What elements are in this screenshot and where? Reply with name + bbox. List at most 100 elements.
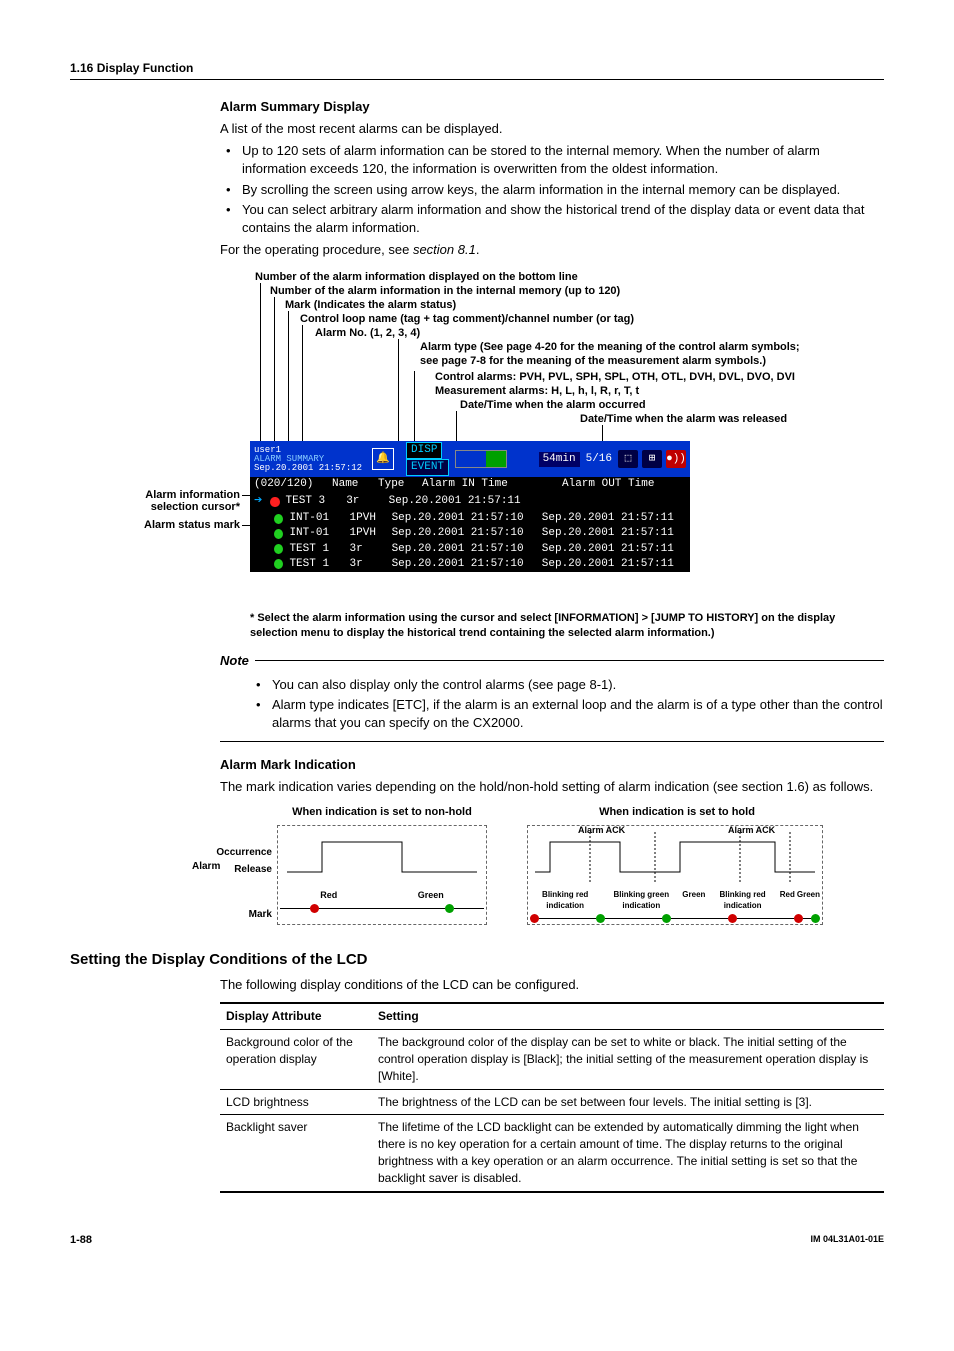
setting-cell: The lifetime of the LCD backlight can be… (372, 1115, 884, 1192)
note-heading: Note (220, 652, 884, 670)
lcd-intro: The following display conditions of the … (220, 976, 884, 994)
scr-page-ind: 5/16 (586, 453, 612, 466)
status-dot-icon (274, 559, 283, 569)
state-label: Green (797, 889, 820, 911)
note-end-rule (220, 741, 884, 742)
row-type: 3r (346, 495, 382, 508)
mark-dot-green (662, 914, 671, 923)
row-out-time: Sep.20.2001 21:57:11 (542, 527, 686, 540)
media-icon: ⬚ (618, 450, 638, 468)
attr-cell: Backlight saver (220, 1115, 372, 1192)
table-header: Setting (372, 1003, 884, 1029)
state-label: Blinking red indication (707, 889, 777, 911)
attr-cell: LCD brightness (220, 1089, 372, 1115)
axis-alarm: Alarm (192, 858, 220, 875)
procedure-prefix: For the operating procedure, see (220, 242, 413, 257)
status-dot-icon (270, 497, 279, 507)
alarm-summary-heading: Alarm Summary Display (220, 98, 884, 116)
alarm-mark-heading: Alarm Mark Indication (220, 756, 884, 774)
alarm-summary-diagram: Number of the alarm information displaye… (70, 271, 884, 601)
procedure-suffix: . (476, 242, 480, 257)
bullet-item: You can select arbitrary alarm informati… (238, 201, 884, 237)
scr-time-ind: 54min (539, 452, 580, 467)
procedure-note: For the operating procedure, see section… (220, 241, 884, 259)
bullet-item: You can also display only the control al… (268, 676, 884, 694)
keylock-icon: ⊞ (642, 450, 662, 468)
state-label: Green (418, 889, 444, 902)
record-icon: ●)) (666, 450, 686, 468)
lcd-heading: Setting the Display Conditions of the LC… (70, 949, 884, 970)
md-hold-title: When indication is set to hold (527, 806, 827, 819)
row-name: TEST 1 (289, 558, 343, 571)
scr-stamp: Sep.20.2001 21:57:12 (254, 464, 362, 473)
step-line-icon (282, 832, 482, 882)
table-row: Background color of the operation displa… (220, 1030, 884, 1089)
row-in-time: Sep.20.2001 21:57:10 (392, 527, 536, 540)
screenshot-row: TEST 1 3r Sep.20.2001 21:57:10 Sep.20.2001 … (250, 542, 690, 557)
row-type: 3r (350, 543, 386, 556)
bullet-item: Alarm type indicates [ETC], if the alarm… (268, 696, 884, 732)
axis-mark: Mark (200, 906, 272, 923)
setting-cell: The background color of the display can … (372, 1030, 884, 1089)
col-in: Alarm IN Time (422, 478, 562, 491)
alarm-summary-intro: A list of the most recent alarms can be … (220, 120, 884, 138)
step-line-icon (530, 832, 820, 882)
section-header: 1.16 Display Function (70, 60, 884, 80)
note-bullets: You can also display only the control al… (250, 676, 884, 733)
mark-dot-red (530, 914, 539, 923)
diagram-label: Measurement alarms: H, L, h, l, R, r, T,… (435, 385, 639, 399)
alarm-mark-block: Alarm Mark Indication The mark indicatio… (220, 756, 884, 926)
mark-dot-red (728, 914, 737, 923)
row-in-time: Sep.20.2001 21:57:10 (392, 543, 536, 556)
col-name: Name (332, 478, 378, 491)
col-type: Type (378, 478, 422, 491)
ack-label: Alarm ACK (578, 824, 625, 837)
table-header: Display Attribute (220, 1003, 372, 1029)
state-label: Red (780, 889, 795, 911)
alarm-mark-body: The mark indication varies depending on … (220, 778, 884, 796)
diagram-label: Control loop name (tag + tag comment)/ch… (300, 313, 634, 327)
bullet-item: Up to 120 sets of alarm information can … (238, 142, 884, 178)
ack-label: Alarm ACK (728, 824, 775, 837)
screenshot-row: ➔TEST 33rSep.20.2001 21:57:11 (250, 492, 690, 511)
page-footer: 1-88 IM 04L31A01-01E (70, 1233, 884, 1248)
screenshot-row: INT-011PVHSep.20.2001 21:57:10Sep.20.200… (250, 526, 690, 541)
callout-status-mark: Alarm status mark (110, 519, 240, 531)
row-out-time: Sep.20.2001 21:57:11 (542, 543, 686, 556)
row-name: TEST 3 (286, 495, 341, 508)
mark-dot-green (596, 914, 605, 923)
alarm-bell-icon: 🔔 (372, 448, 394, 470)
diagram-label: Alarm No. (1, 2, 3, 4) (315, 327, 420, 341)
diagram-label: Date/Time when the alarm occurred (460, 399, 646, 413)
progress-bar-icon (455, 450, 507, 468)
diagram-label: Date/Time when the alarm was released (580, 413, 787, 427)
mark-dot-green (445, 904, 454, 913)
state-label: Green (682, 889, 705, 911)
lcd-block: The following display conditions of the … (220, 976, 884, 1192)
row-type: 1PVH (350, 512, 386, 525)
setting-cell: The brightness of the LCD can be set bet… (372, 1089, 884, 1115)
status-dot-icon (274, 529, 283, 539)
screenshot-row: TEST 13rSep.20.2001 21:57:10Sep.20.2001 … (250, 557, 690, 572)
display-attribute-table: Display Attribute Setting Background col… (220, 1002, 884, 1192)
diagram-label: Mark (Indicates the alarm status) (285, 299, 456, 313)
screenshot-row: INT-011PVHSep.20.2001 21:57:10Sep.20.200… (250, 511, 690, 526)
diagram-footnote: * Select the alarm information using the… (250, 611, 884, 640)
attr-cell: Background color of the operation displa… (220, 1030, 372, 1089)
row-name: TEST 1 (289, 543, 343, 556)
mark-dot-green (811, 914, 820, 923)
md-nonhold-title: When indication is set to non-hold (277, 806, 487, 819)
note-block: Note You can also display only the contr… (220, 652, 884, 742)
row-name: INT-01 (289, 527, 343, 540)
alarm-summary-block: Alarm Summary Display A list of the most… (220, 98, 884, 260)
note-rule (255, 660, 884, 661)
row-type: 3r (350, 558, 386, 571)
note-head-text: Note (220, 652, 249, 670)
screenshot-columns: (020/120) Name Type Alarm IN Time Alarm … (250, 477, 690, 492)
col-out: Alarm OUT Time (562, 478, 682, 491)
cursor-arrow-icon: ➔ (254, 493, 262, 510)
mark-indication-diagram: When indication is set to non-hold Alarm… (220, 806, 884, 925)
scr-disp: DISP (406, 442, 442, 459)
state-label: Red (320, 889, 337, 902)
row-name: INT-01 (289, 512, 343, 525)
